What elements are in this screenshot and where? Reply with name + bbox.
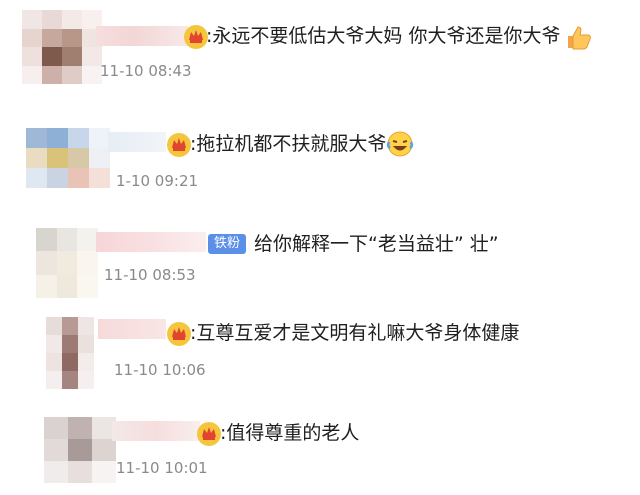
username-blurred[interactable] — [96, 232, 206, 252]
avatar[interactable] — [36, 228, 98, 298]
username-blurred[interactable] — [112, 421, 200, 441]
comment-text: :永远不要低估大爷大妈 你大爷还是你大爷 — [206, 25, 561, 47]
comment-text: 给你解释一下“老当益壮” 壮” — [254, 233, 499, 255]
comment-item: :互尊互爱才是文明有礼嘛大爷身体健康 11-10 10:06 — [0, 305, 640, 395]
avatar[interactable] — [44, 417, 116, 483]
comment-text: :拖拉机都不扶就服大爷 — [190, 133, 387, 155]
thumbs-up-icon — [568, 26, 591, 50]
comment-text: :值得尊重的老人 — [220, 422, 360, 444]
comment-time: 1-10 09:21 — [116, 172, 199, 190]
avatar[interactable] — [22, 10, 102, 84]
comment-time: 11-10 10:06 — [114, 361, 206, 379]
laughing-crying-icon — [386, 131, 414, 157]
comment-time: 11-10 08:53 — [104, 266, 196, 284]
comment-text: :互尊互爱才是文明有礼嘛大爷身体健康 — [190, 322, 520, 344]
username-blurred[interactable] — [108, 132, 166, 152]
comment-item: :值得尊重的老人 11-10 10:01 — [0, 405, 640, 495]
crown-icon — [197, 422, 221, 446]
comment-item: 铁粉 给你解释一下“老当益壮” 壮” 11-10 08:53 — [0, 210, 640, 305]
comment-item: :拖拉机都不扶就服大爷 1-10 09:21 — [0, 100, 640, 200]
fan-badge: 铁粉 — [208, 234, 247, 254]
crown-icon — [167, 133, 191, 157]
comment-item: :永远不要低估大爷大妈 你大爷还是你大爷 11-10 08:43 — [0, 0, 640, 100]
username-blurred[interactable] — [96, 26, 188, 46]
avatar[interactable] — [26, 128, 110, 188]
username-blurred[interactable] — [98, 319, 166, 339]
comment-time: 11-10 08:43 — [100, 62, 192, 80]
avatar[interactable] — [46, 317, 94, 389]
crown-icon — [167, 322, 191, 346]
comment-time: 11-10 10:01 — [116, 459, 208, 477]
